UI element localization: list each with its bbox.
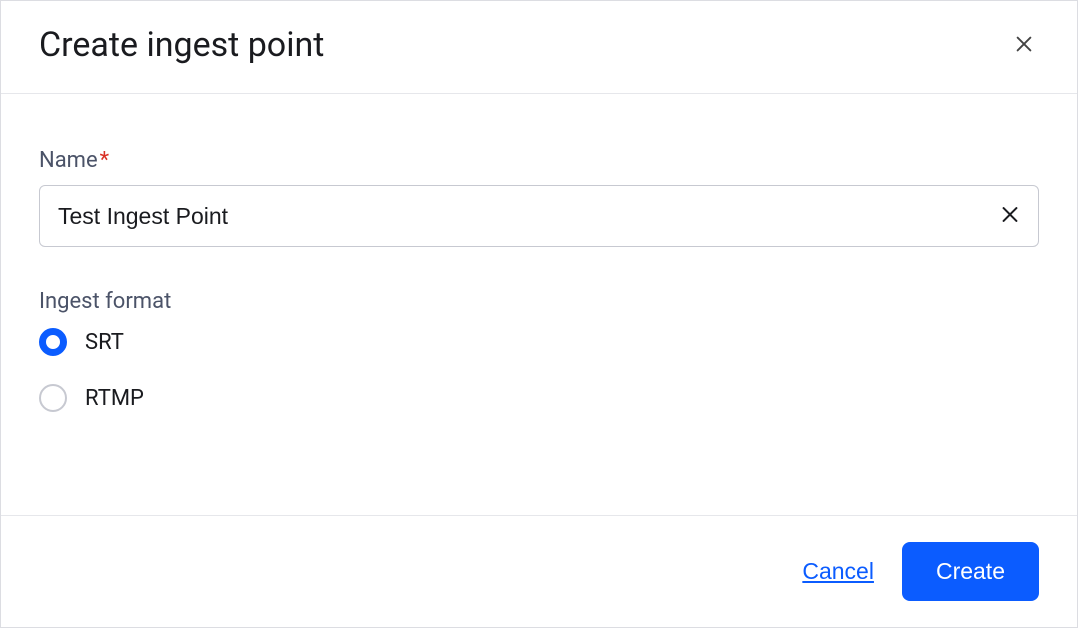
radio-label: SRT xyxy=(85,330,124,355)
name-label: Name* xyxy=(39,148,1039,173)
clear-name-button[interactable] xyxy=(993,198,1027,235)
clear-icon xyxy=(999,204,1021,229)
dialog-footer: Cancel Create xyxy=(1,515,1077,627)
ingest-format-radio-group: SRT RTMP xyxy=(39,328,1039,412)
dialog-header: Create ingest point xyxy=(1,1,1077,94)
name-input-wrap xyxy=(39,185,1039,247)
name-field: Name* xyxy=(39,148,1039,247)
radio-icon xyxy=(39,384,67,412)
name-label-text: Name xyxy=(39,148,98,173)
ingest-format-field: Ingest format SRT RTMP xyxy=(39,289,1039,412)
create-button[interactable]: Create xyxy=(902,542,1039,601)
ingest-format-option-srt[interactable]: SRT xyxy=(39,328,1039,356)
name-input[interactable] xyxy=(39,185,1039,247)
ingest-format-label: Ingest format xyxy=(39,289,1039,314)
cancel-button[interactable]: Cancel xyxy=(802,554,874,589)
ingest-format-option-rtmp[interactable]: RTMP xyxy=(39,384,1039,412)
dialog-body: Name* Ingest format xyxy=(1,94,1077,515)
close-button[interactable] xyxy=(1009,29,1039,62)
radio-icon xyxy=(39,328,67,356)
create-ingest-point-dialog: Create ingest point Name* xyxy=(0,0,1078,628)
required-indicator: * xyxy=(100,148,109,173)
dialog-title: Create ingest point xyxy=(39,25,324,65)
close-icon xyxy=(1013,33,1035,58)
radio-label: RTMP xyxy=(85,386,144,411)
